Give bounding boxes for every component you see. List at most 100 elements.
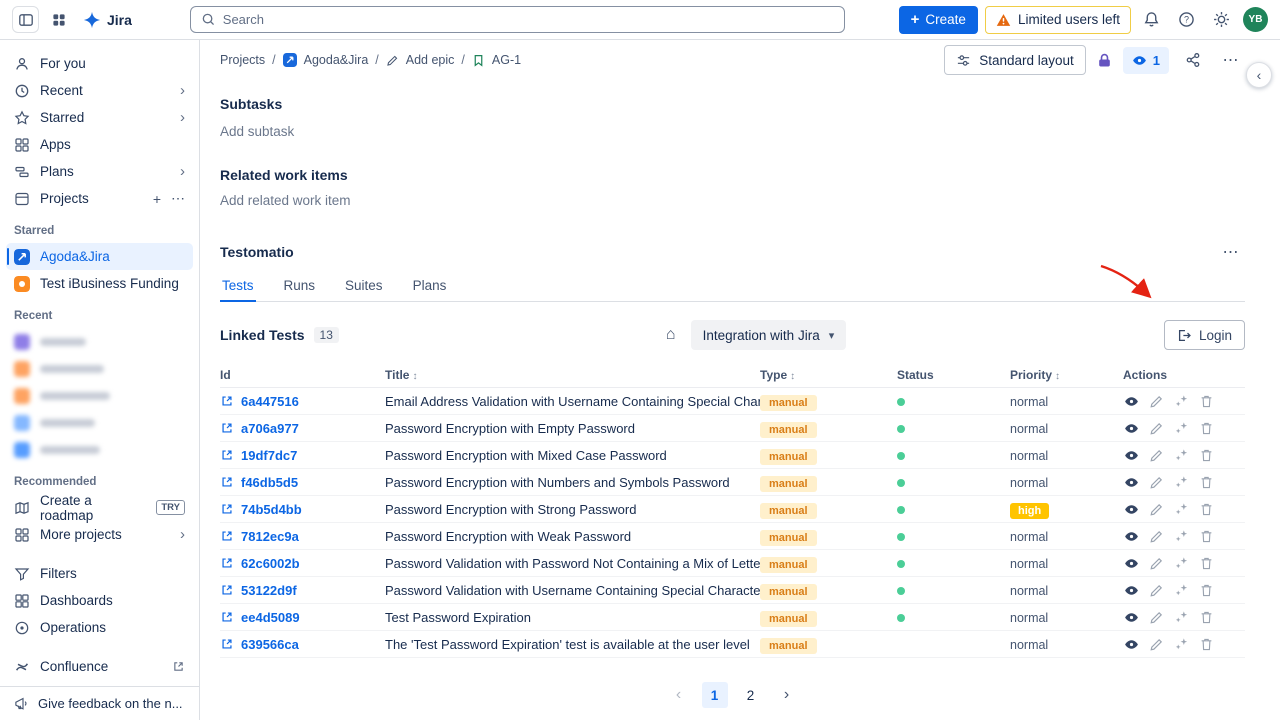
- sidebar-item-more-projects[interactable]: More projects ›: [6, 521, 193, 548]
- pagination-page-1[interactable]: 1: [702, 682, 728, 708]
- project-agoda-jira[interactable]: Agoda&Jira: [6, 243, 193, 270]
- search-input[interactable]: [223, 12, 834, 27]
- edit-test-button[interactable]: [1148, 609, 1164, 625]
- test-id-link[interactable]: f46db5d5: [241, 475, 298, 490]
- edit-test-button[interactable]: [1148, 528, 1164, 544]
- standard-layout-button[interactable]: Standard layout: [944, 45, 1086, 75]
- col-title[interactable]: Title↕: [385, 368, 760, 382]
- view-test-button[interactable]: [1123, 555, 1139, 571]
- add-subtask-button[interactable]: Add subtask: [220, 124, 1245, 139]
- test-id-link[interactable]: 19df7dc7: [241, 448, 297, 463]
- delete-test-button[interactable]: [1198, 636, 1214, 652]
- view-test-button[interactable]: [1123, 609, 1139, 625]
- edit-test-button[interactable]: [1148, 393, 1164, 409]
- delete-test-button[interactable]: [1198, 555, 1214, 571]
- watchers-button[interactable]: 1: [1123, 47, 1169, 74]
- notifications-button[interactable]: [1138, 6, 1166, 34]
- panel-collapse-button[interactable]: ‹: [1246, 62, 1272, 88]
- ai-wand-button[interactable]: [1173, 582, 1189, 598]
- more-actions-button[interactable]: ⋯: [1217, 46, 1245, 74]
- delete-test-button[interactable]: [1198, 420, 1214, 436]
- sidebar-item-confluence[interactable]: Confluence: [6, 653, 193, 680]
- sidebar-item-operations[interactable]: Operations: [6, 614, 193, 641]
- sidebar-item-dashboards[interactable]: Dashboards: [6, 587, 193, 614]
- pagination-page-2[interactable]: 2: [738, 682, 764, 708]
- view-test-button[interactable]: [1123, 528, 1139, 544]
- delete-test-button[interactable]: [1198, 474, 1214, 490]
- view-test-button[interactable]: [1123, 474, 1139, 490]
- test-id-link[interactable]: 639566ca: [241, 637, 299, 652]
- view-test-button[interactable]: [1123, 393, 1139, 409]
- sidebar-item-projects[interactable]: Projects + ⋯: [6, 185, 193, 212]
- col-priority[interactable]: Priority↕: [1010, 368, 1123, 382]
- ai-wand-button[interactable]: [1173, 501, 1189, 517]
- add-project-icon[interactable]: +: [153, 191, 161, 207]
- delete-test-button[interactable]: [1198, 528, 1214, 544]
- tab-runs[interactable]: Runs: [282, 278, 318, 301]
- app-switcher-button[interactable]: [45, 6, 73, 34]
- sidebar-item-for-you[interactable]: For you: [6, 50, 193, 77]
- pagination-next-button[interactable]: ›: [774, 682, 800, 708]
- view-test-button[interactable]: [1123, 501, 1139, 517]
- delete-test-button[interactable]: [1198, 501, 1214, 517]
- sidebar-item-apps[interactable]: Apps: [6, 131, 193, 158]
- home-button[interactable]: ⌂: [657, 321, 685, 349]
- edit-test-button[interactable]: [1148, 420, 1164, 436]
- delete-test-button[interactable]: [1198, 582, 1214, 598]
- view-test-button[interactable]: [1123, 420, 1139, 436]
- col-status[interactable]: Status: [897, 368, 1010, 382]
- recent-item-blurred[interactable]: [6, 436, 193, 463]
- breadcrumb-project[interactable]: Agoda&Jira: [304, 53, 369, 67]
- view-test-button[interactable]: [1123, 636, 1139, 652]
- edit-test-button[interactable]: [1148, 447, 1164, 463]
- sidebar-item-create-roadmap[interactable]: Create a roadmap TRY: [6, 494, 193, 521]
- create-button[interactable]: + Create: [899, 6, 978, 34]
- ai-wand-button[interactable]: [1173, 528, 1189, 544]
- testomatio-more-button[interactable]: ⋯: [1217, 238, 1245, 266]
- col-type[interactable]: Type↕: [760, 368, 897, 382]
- ai-wand-button[interactable]: [1173, 420, 1189, 436]
- ai-wand-button[interactable]: [1173, 447, 1189, 463]
- global-search[interactable]: [190, 6, 845, 33]
- feedback-button[interactable]: Give feedback on the n...: [0, 686, 199, 720]
- test-id-link[interactable]: 62c6002b: [241, 556, 300, 571]
- tab-suites[interactable]: Suites: [343, 278, 385, 301]
- project-ibusiness-funding[interactable]: Test iBusiness Funding: [6, 270, 193, 297]
- login-button[interactable]: Login: [1164, 320, 1245, 350]
- ai-wand-button[interactable]: [1173, 474, 1189, 490]
- integration-dropdown[interactable]: Integration with Jira ▾: [691, 320, 847, 350]
- edit-test-button[interactable]: [1148, 501, 1164, 517]
- test-id-link[interactable]: 53122d9f: [241, 583, 297, 598]
- help-button[interactable]: ?: [1173, 6, 1201, 34]
- ai-wand-button[interactable]: [1173, 393, 1189, 409]
- delete-test-button[interactable]: [1198, 609, 1214, 625]
- jira-logo[interactable]: Jira: [83, 11, 132, 29]
- edit-test-button[interactable]: [1148, 636, 1164, 652]
- lock-icon[interactable]: [1096, 52, 1113, 69]
- view-test-button[interactable]: [1123, 447, 1139, 463]
- share-button[interactable]: [1179, 46, 1207, 74]
- sidebar-item-filters[interactable]: Filters: [6, 560, 193, 587]
- recent-item-blurred[interactable]: [6, 382, 193, 409]
- ai-wand-button[interactable]: [1173, 636, 1189, 652]
- tab-tests[interactable]: Tests: [220, 278, 256, 302]
- sidebar-item-recent[interactable]: Recent ›: [6, 77, 193, 104]
- sidebar-item-assets[interactable]: Assets: [6, 680, 193, 686]
- breadcrumb-issue[interactable]: AG-1: [492, 53, 521, 67]
- settings-button[interactable]: [1208, 6, 1236, 34]
- edit-test-button[interactable]: [1148, 582, 1164, 598]
- test-id-link[interactable]: 7812ec9a: [241, 529, 299, 544]
- limited-users-button[interactable]: Limited users left: [985, 6, 1131, 34]
- delete-test-button[interactable]: [1198, 393, 1214, 409]
- ai-wand-button[interactable]: [1173, 555, 1189, 571]
- recent-item-blurred[interactable]: [6, 328, 193, 355]
- recent-item-blurred[interactable]: [6, 409, 193, 436]
- breadcrumb-projects[interactable]: Projects: [220, 53, 265, 67]
- test-id-link[interactable]: 6a447516: [241, 394, 299, 409]
- sidebar-item-plans[interactable]: Plans ›: [6, 158, 193, 185]
- delete-test-button[interactable]: [1198, 447, 1214, 463]
- sidebar-toggle-button[interactable]: [12, 6, 39, 33]
- test-id-link[interactable]: 74b5d4bb: [241, 502, 302, 517]
- view-test-button[interactable]: [1123, 582, 1139, 598]
- edit-test-button[interactable]: [1148, 555, 1164, 571]
